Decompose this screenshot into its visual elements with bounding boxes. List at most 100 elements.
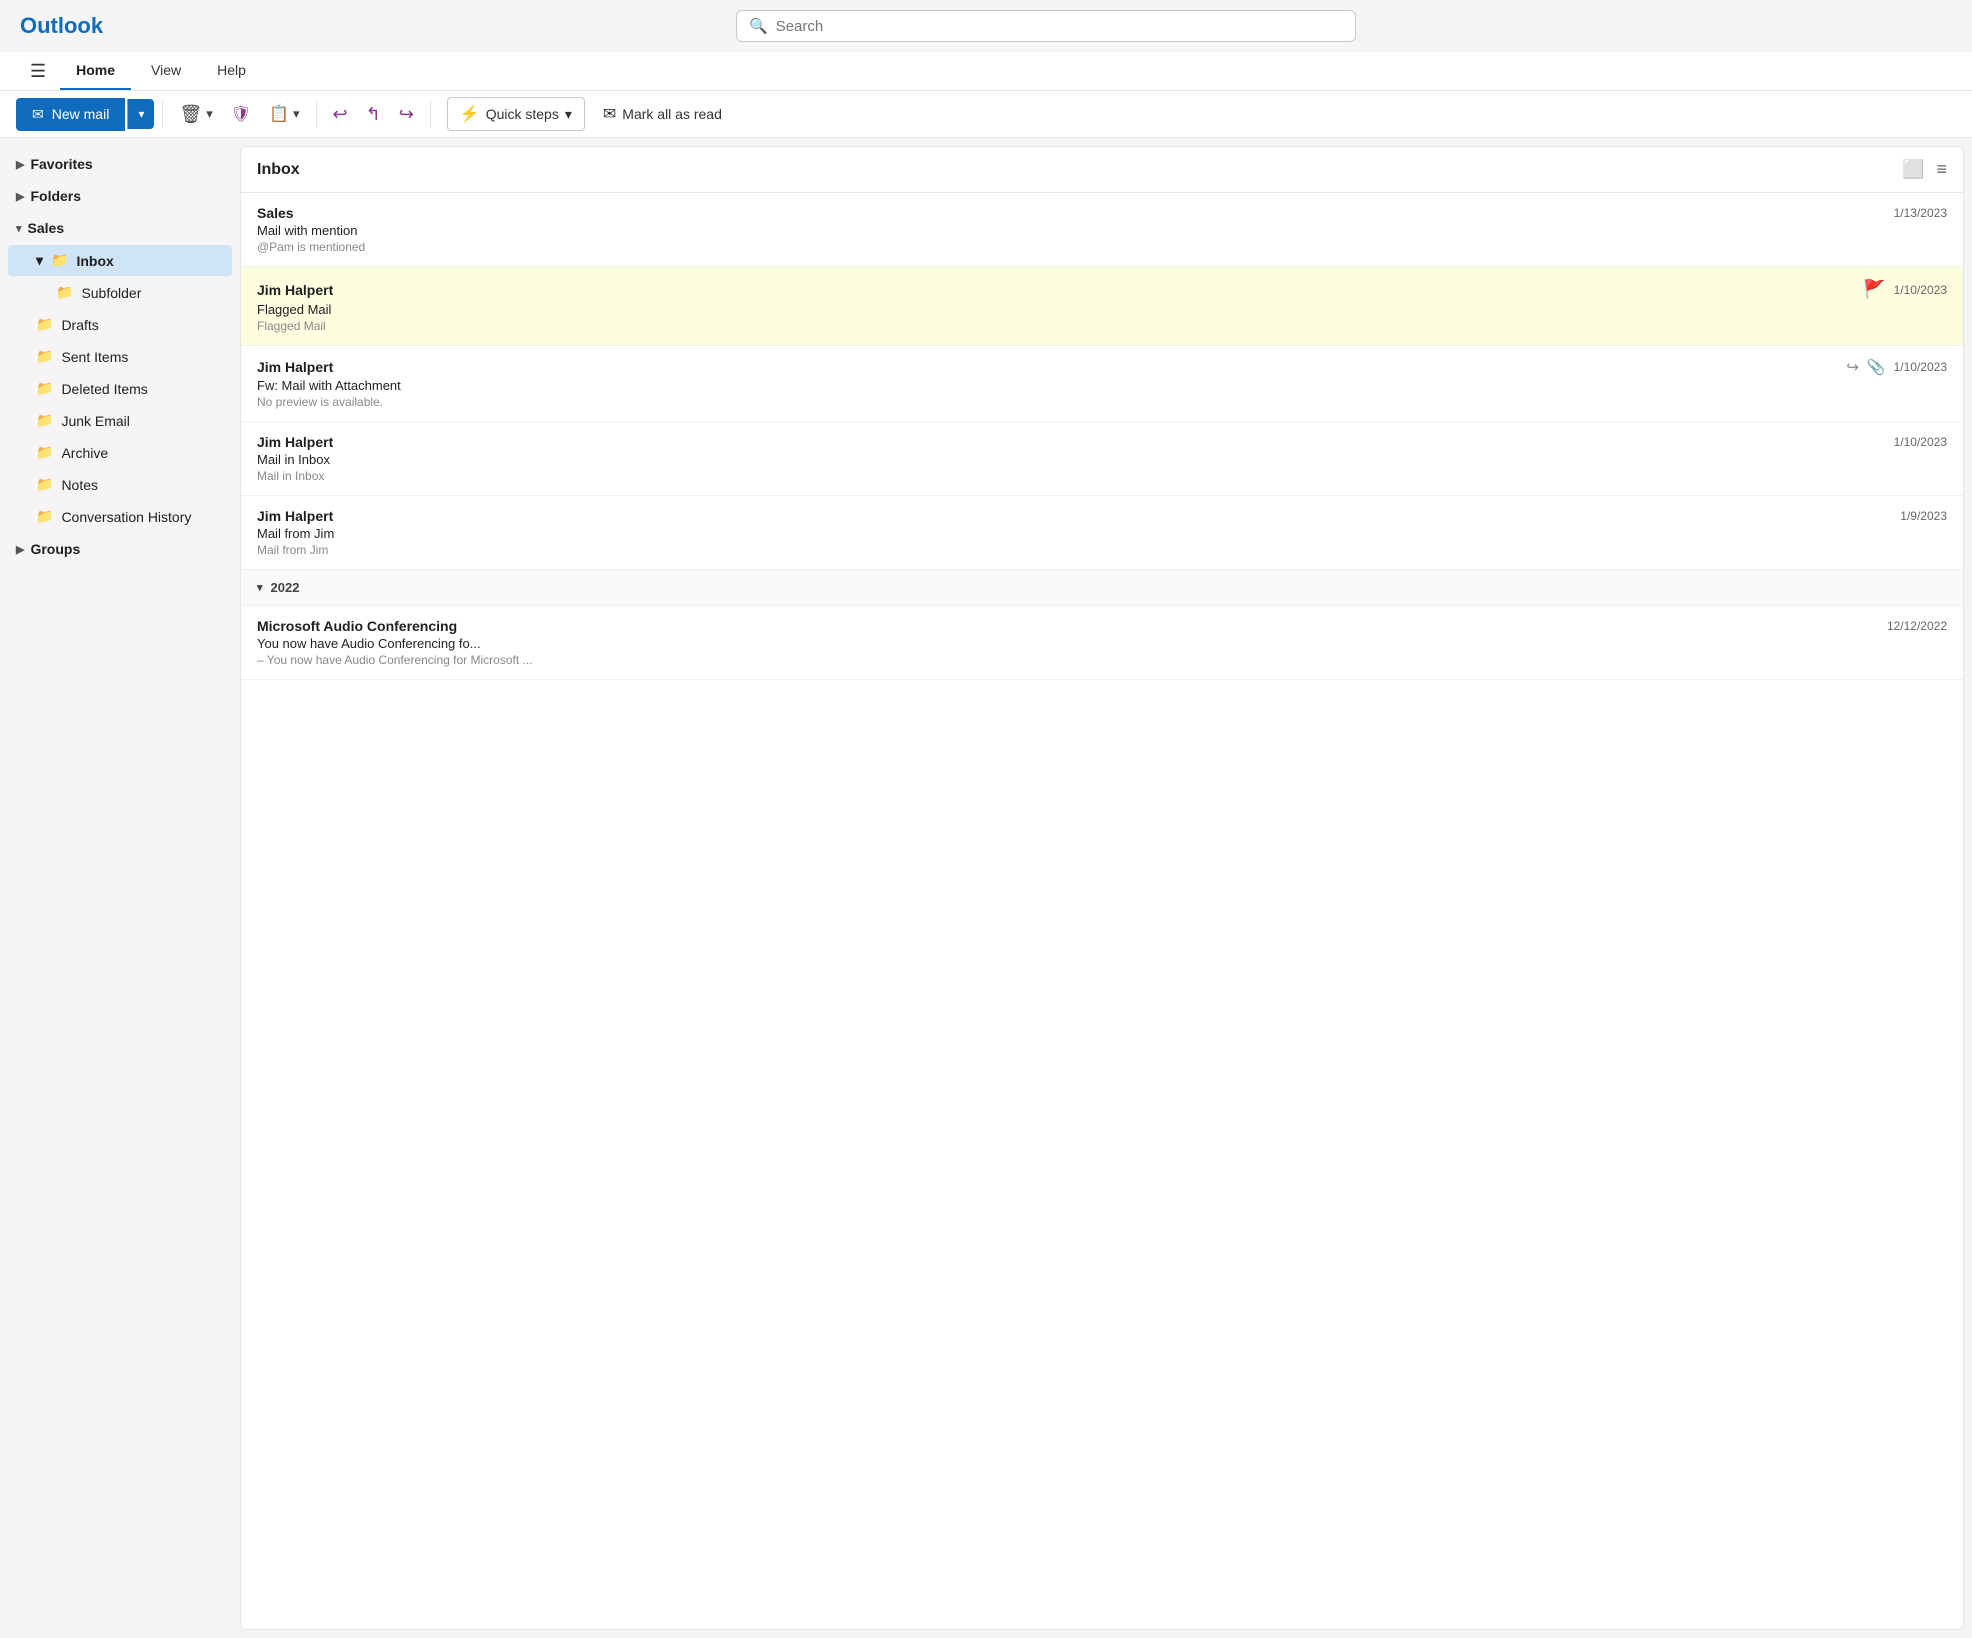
delete-button[interactable]: 🗑 ▾: [171, 98, 220, 131]
email-sender-4: Jim Halpert: [257, 434, 333, 450]
drafts-icon: 📁: [36, 316, 53, 333]
inbox-header-actions: ⬜ ≡: [1902, 159, 1947, 180]
inbox-title: Inbox: [257, 161, 300, 179]
section-2022-label: 2022: [271, 580, 300, 595]
email-row-top-4: Jim Halpert 1/10/2023: [257, 434, 1947, 450]
hamburger-menu[interactable]: ☰: [20, 53, 56, 90]
folders-chevron-icon: ▶: [16, 190, 24, 203]
email-row-top-5: Jim Halpert 1/9/2023: [257, 508, 1947, 524]
section-2022[interactable]: ▾ 2022: [241, 570, 1963, 606]
email-icons-3: ↪ 📎 1/10/2023: [1846, 358, 1947, 376]
tab-view[interactable]: View: [135, 52, 197, 90]
email-item-2[interactable]: Jim Halpert 🚩 1/10/2023 Flagged Mail Fla…: [241, 267, 1963, 346]
sent-items-icon: 📁: [36, 348, 53, 365]
email-preview-2022: – You now have Audio Conferencing for Mi…: [257, 653, 1947, 667]
reply-icon: ↩: [333, 104, 348, 125]
junk-button[interactable]: 🛡: [223, 98, 259, 130]
email-item-5[interactable]: Jim Halpert 1/9/2023 Mail from Jim Mail …: [241, 496, 1963, 570]
sidebar-item-conversation-history[interactable]: 📁 Conversation History: [8, 501, 232, 532]
search-bar[interactable]: 🔍: [736, 10, 1356, 42]
selection-icon[interactable]: ⬜: [1902, 159, 1924, 180]
email-item-3[interactable]: Jim Halpert ↪ 📎 1/10/2023 Fw: Mail with …: [241, 346, 1963, 422]
envelope-icon: ✉: [32, 106, 44, 123]
sidebar-item-junk-email[interactable]: 📁 Junk Email: [8, 405, 232, 436]
reply-all-button[interactable]: ↰: [358, 98, 389, 131]
email-row-top-3: Jim Halpert ↪ 📎 1/10/2023: [257, 358, 1947, 376]
email-subject-5: Mail from Jim: [257, 526, 1947, 541]
delete-dropdown-icon: ▾: [206, 106, 213, 122]
header: Outlook 🔍: [0, 0, 1972, 52]
email-date-2: 1/10/2023: [1894, 283, 1947, 297]
new-mail-button[interactable]: ✉ New mail: [16, 98, 125, 131]
subfolder-icon: 📁: [56, 284, 73, 301]
email-subject-1: Mail with mention: [257, 223, 1947, 238]
email-sender-2022: Microsoft Audio Conferencing: [257, 618, 457, 634]
app-logo: Outlook: [20, 13, 120, 39]
quick-steps-button[interactable]: ⚡ Quick steps ▾: [447, 97, 585, 131]
filter-icon[interactable]: ≡: [1936, 159, 1947, 180]
move-button[interactable]: 📋 ▾: [261, 98, 307, 130]
groups-label: Groups: [30, 541, 80, 557]
email-item-1[interactable]: Sales 1/13/2023 Mail with mention @Pam i…: [241, 193, 1963, 267]
sales-chevron-icon: ▾: [16, 222, 22, 235]
tab-help[interactable]: Help: [201, 52, 262, 90]
notes-label: Notes: [61, 477, 98, 493]
inbox-header: Inbox ⬜ ≡: [241, 147, 1963, 193]
archive-label: Archive: [61, 445, 108, 461]
sales-section[interactable]: ▾ Sales: [0, 212, 240, 244]
toolbar-separator-2: [316, 100, 317, 128]
groups-section[interactable]: ▶ Groups: [0, 533, 240, 565]
email-item-2022[interactable]: Microsoft Audio Conferencing 12/12/2022 …: [241, 606, 1963, 680]
quick-steps-label: Quick steps: [486, 106, 559, 122]
sidebar-item-inbox[interactable]: ▾ 📁 Inbox: [8, 245, 232, 276]
email-sender-5: Jim Halpert: [257, 508, 333, 524]
drafts-label: Drafts: [61, 317, 98, 333]
email-row-top-2022: Microsoft Audio Conferencing 12/12/2022: [257, 618, 1947, 634]
sidebar-item-notes[interactable]: 📁 Notes: [8, 469, 232, 500]
toolbar: ✉ New mail ▾ 🗑 ▾ 🛡 📋 ▾ ↩ ↰ ↪ ⚡ Quick ste…: [0, 91, 1972, 138]
mark-all-read-button[interactable]: ✉ Mark all as read: [591, 98, 734, 130]
email-item-4[interactable]: Jim Halpert 1/10/2023 Mail in Inbox Mail…: [241, 422, 1963, 496]
email-row-top-2: Jim Halpert 🚩 1/10/2023: [257, 279, 1947, 300]
email-preview-5: Mail from Jim: [257, 543, 1947, 557]
sidebar-item-drafts[interactable]: 📁 Drafts: [8, 309, 232, 340]
search-input[interactable]: [776, 18, 1343, 35]
email-subject-2: Flagged Mail: [257, 302, 1947, 317]
tab-home[interactable]: Home: [60, 52, 131, 90]
sidebar-item-sent-items[interactable]: 📁 Sent Items: [8, 341, 232, 372]
email-date-5: 1/9/2023: [1900, 509, 1947, 523]
email-preview-2: Flagged Mail: [257, 319, 1947, 333]
email-date-2022: 12/12/2022: [1887, 619, 1947, 633]
email-preview-4: Mail in Inbox: [257, 469, 1947, 483]
conversation-history-icon: 📁: [36, 508, 53, 525]
email-sender-2: Jim Halpert: [257, 282, 333, 298]
sidebar: ▶ Favorites ▶ Folders ▾ Sales ▾ 📁 Inbox …: [0, 138, 240, 1638]
sidebar-item-subfolder[interactable]: 📁 Subfolder: [8, 277, 232, 308]
favorites-section[interactable]: ▶ Favorites: [0, 148, 240, 180]
sidebar-item-archive[interactable]: 📁 Archive: [8, 437, 232, 468]
flag-icon: 🚩: [1863, 279, 1885, 300]
subfolder-label: Subfolder: [81, 285, 141, 301]
forwarded-icon: ↪: [1846, 358, 1859, 376]
archive-icon: 📁: [36, 444, 53, 461]
folders-section[interactable]: ▶ Folders: [0, 180, 240, 212]
email-subject-3: Fw: Mail with Attachment: [257, 378, 1947, 393]
forward-button[interactable]: ↪: [391, 98, 422, 131]
main-layout: ▶ Favorites ▶ Folders ▾ Sales ▾ 📁 Inbox …: [0, 138, 1972, 1638]
forward-icon: ↪: [399, 104, 414, 125]
email-row-top-1: Sales 1/13/2023: [257, 205, 1947, 221]
deleted-items-icon: 📁: [36, 380, 53, 397]
inbox-chevron-icon: ▾: [36, 252, 43, 269]
move-dropdown-icon: ▾: [293, 106, 300, 122]
navbar: ☰ Home View Help: [0, 52, 1972, 91]
sidebar-item-deleted-items[interactable]: 📁 Deleted Items: [8, 373, 232, 404]
email-icons-2: 🚩 1/10/2023: [1863, 279, 1947, 300]
inbox-label: Inbox: [76, 253, 113, 269]
delete-icon: 🗑: [179, 104, 202, 125]
new-mail-dropdown-button[interactable]: ▾: [127, 99, 154, 129]
reply-button[interactable]: ↩: [325, 98, 356, 131]
email-date-1: 1/13/2023: [1894, 206, 1947, 220]
email-list: Sales 1/13/2023 Mail with mention @Pam i…: [241, 193, 1963, 1629]
reply-all-icon: ↰: [366, 104, 381, 125]
email-content: Inbox ⬜ ≡ Sales 1/13/2023 Mail with ment…: [240, 146, 1964, 1630]
